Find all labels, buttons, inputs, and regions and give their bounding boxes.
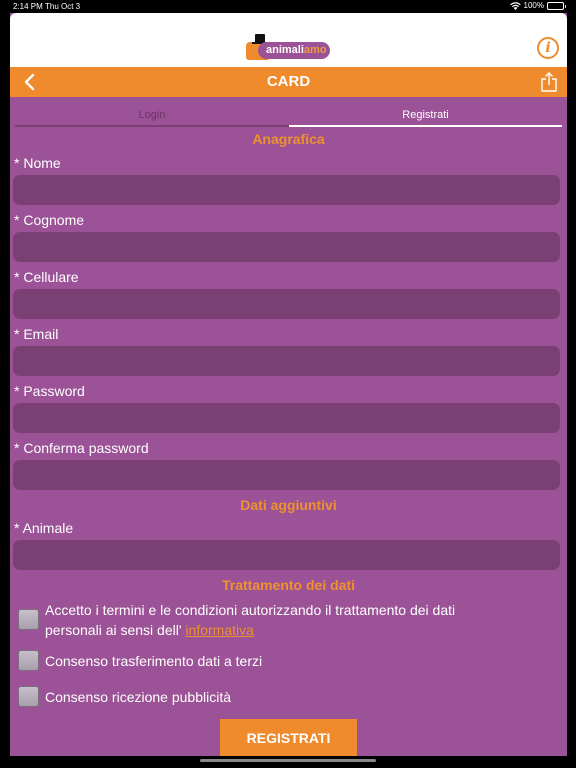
section-title-trattamento: Trattamento dei dati [221,577,356,593]
email-input[interactable] [13,346,560,376]
share-icon[interactable] [540,71,558,93]
section-title-dati-aggiuntivi: Dati aggiuntivi [240,497,337,513]
third-party-text: Consenso trasferimento dati a terzi [45,653,263,669]
section-title-anagrafica: Anagrafica [252,131,325,147]
conferma-password-input[interactable] [13,460,560,490]
tab-registrati[interactable]: Registrati [289,105,562,127]
register-button[interactable]: REGISTRATI [220,719,357,756]
tab-login[interactable]: Login [15,105,289,127]
nome-input[interactable] [13,175,560,205]
info-icon[interactable]: i [537,37,559,59]
battery-percent: 100% [523,1,544,10]
tab-bar: Login Registrati [15,105,562,127]
animale-input[interactable] [13,540,560,570]
status-right: 100% [509,1,566,10]
cognome-input[interactable] [13,232,560,262]
status-bar: 2:14 PM Thu Oct 3 100% [0,0,576,13]
advertising-checkbox[interactable] [18,686,39,707]
terms-text: Accetto i termini e le condizioni autori… [45,602,456,638]
password-input[interactable] [13,403,560,433]
cellulare-input[interactable] [13,289,560,319]
label-email: * Email [14,326,59,342]
home-indicator [200,759,376,762]
battery-icon [547,1,566,10]
third-party-checkbox[interactable] [18,650,39,671]
wifi-icon [509,1,521,10]
terms-checkbox[interactable] [18,609,39,630]
label-cellulare: * Cellulare [14,269,79,285]
label-conferma-password: * Conferma password [14,440,149,456]
label-nome: * Nome [14,155,61,171]
app-logo: animaliamo [242,34,334,64]
status-time: 2:14 PM [13,2,43,11]
label-password: * Password [14,383,85,399]
status-date: Thu Oct 3 [45,2,81,11]
logo-wordmark: animaliamo [258,42,330,59]
label-cognome: * Cognome [14,212,85,228]
page-title: CARD [266,73,311,90]
advertising-text: Consenso ricezione pubblicità [45,689,231,705]
nav-bar: CARD [10,67,567,97]
informativa-link[interactable]: informativa [185,622,253,638]
label-animale: * Animale [14,520,74,536]
app-window: animaliamo i CARD Login Registrati Anagr… [10,13,567,756]
logo-bar: animaliamo i [10,13,567,67]
